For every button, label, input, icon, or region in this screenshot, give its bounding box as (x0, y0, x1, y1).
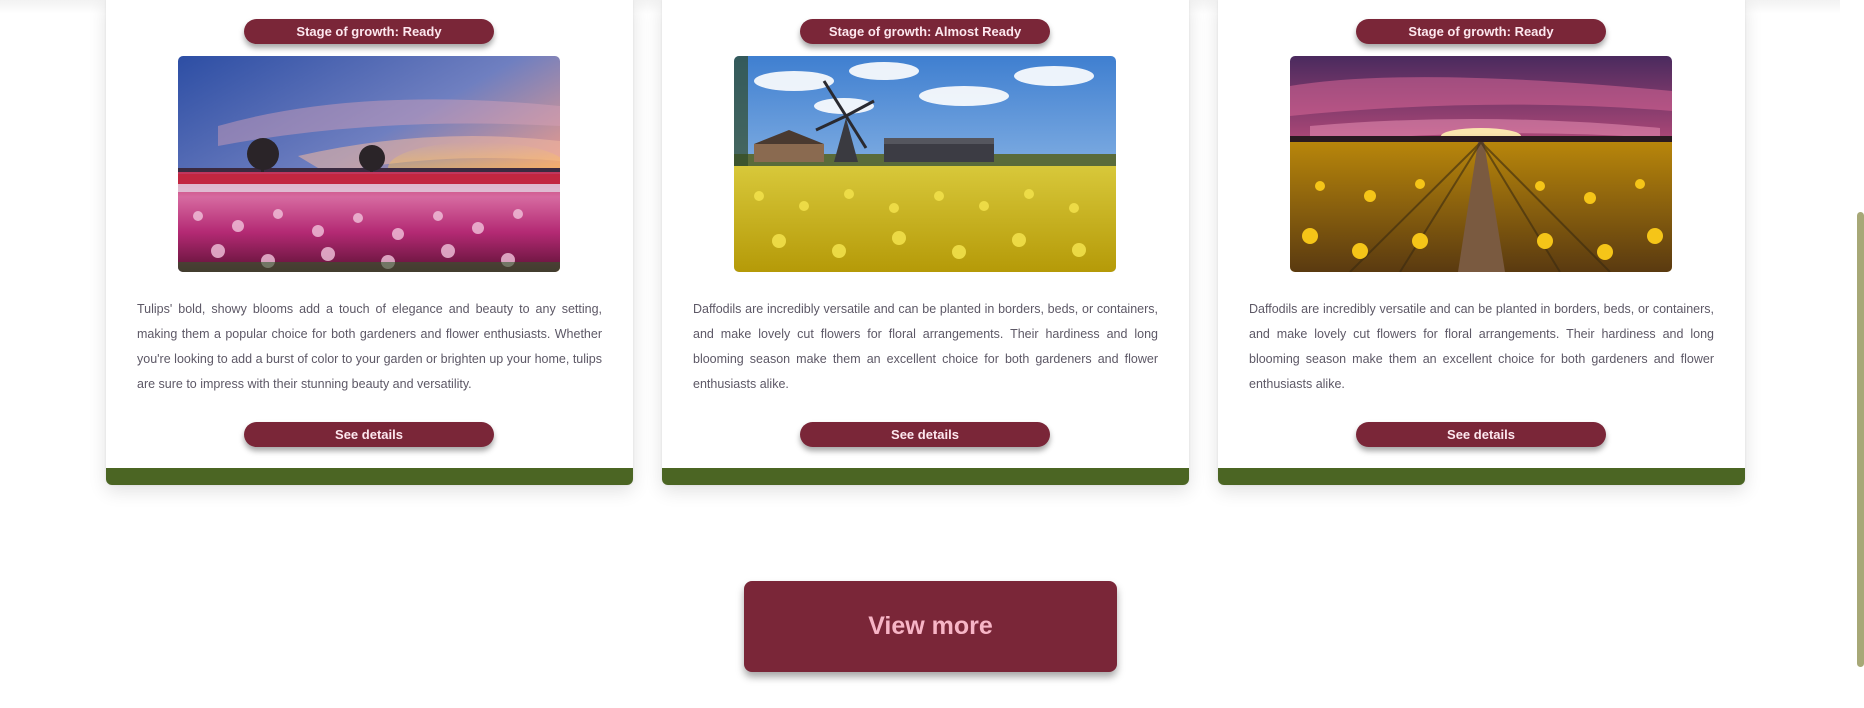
product-cards: Stage of growth: Ready Tulips' bold, sho… (106, 0, 1746, 485)
daffodil-rows-image (1290, 56, 1672, 272)
card-description: Daffodils are incredibly versatile and c… (1249, 302, 1714, 391)
see-details-button[interactable]: See details (1356, 422, 1606, 447)
card-footer-bar (1218, 468, 1745, 485)
card-description: Daffodils are incredibly versatile and c… (693, 302, 1158, 391)
daffodil-windmill-image (734, 56, 1116, 272)
product-card: Stage of growth: Ready (106, 0, 633, 485)
card-footer-bar (106, 468, 633, 485)
card-footer-bar (662, 468, 1189, 485)
product-card: Stage of growth: Almost Ready Daffodils … (662, 0, 1189, 485)
page: Stage of growth: Ready Tulips' bold, sho… (0, 0, 1864, 708)
stage-badge: Stage of growth: Almost Ready (800, 19, 1050, 44)
see-details-button[interactable]: See details (244, 422, 494, 447)
stage-badge: Stage of growth: Ready (244, 19, 494, 44)
stage-badge: Stage of growth: Ready (1356, 19, 1606, 44)
product-card: Stage of growth: Ready (1218, 0, 1745, 485)
tulip-field-image (178, 56, 560, 272)
see-details-button[interactable]: See details (800, 422, 1050, 447)
scrollbar-thumb[interactable] (1857, 212, 1864, 667)
view-more-button[interactable]: View more (744, 581, 1117, 672)
card-description: Tulips' bold, showy blooms add a touch o… (137, 302, 602, 391)
